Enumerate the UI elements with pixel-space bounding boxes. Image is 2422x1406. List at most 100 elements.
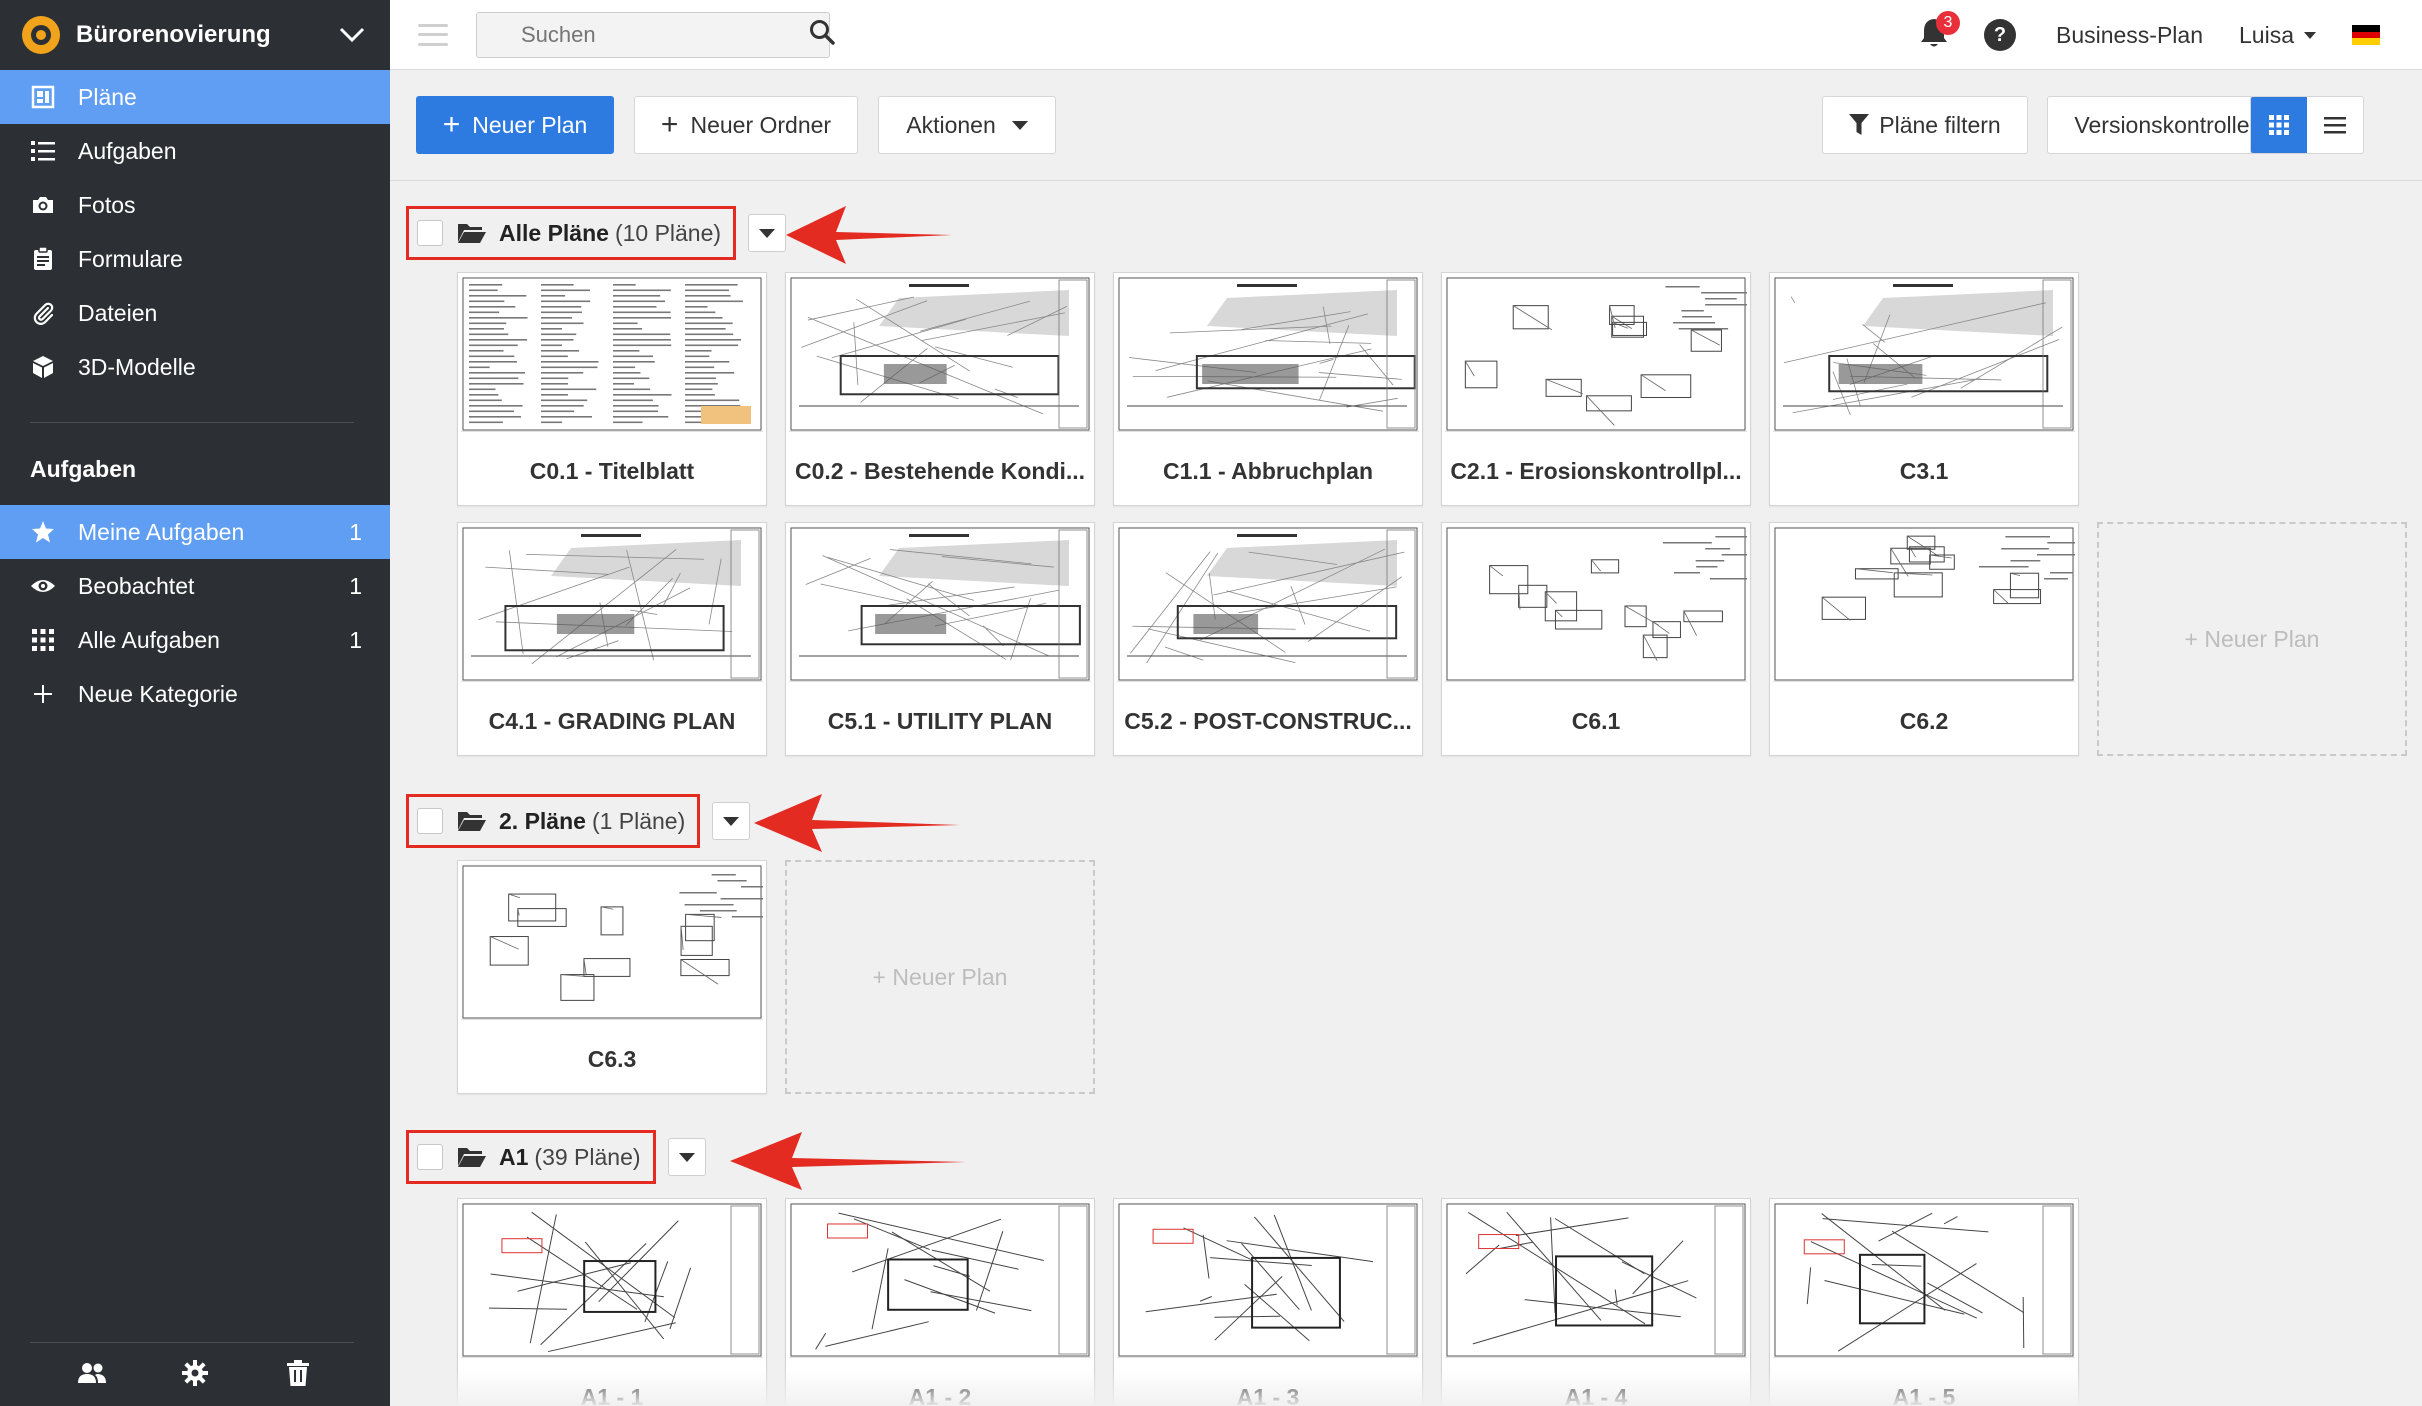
business-plan-link[interactable]: Business-Plan [2056,22,2203,49]
task-label: Alle Aufgaben [78,626,220,653]
caret-down-icon [1011,120,1028,130]
nav-label: Formulare [78,245,183,272]
task-item-meine-aufgaben[interactable]: Meine Aufgaben 1 [0,505,390,559]
new-plan-placeholder[interactable]: + Neuer Plan [785,860,1095,1094]
plan-card[interactable]: C6.1 [1441,522,1751,756]
plan-card[interactable]: C0.1 - Titelblatt [457,272,767,506]
version-control-button[interactable]: Versionskontrolle [2047,96,2277,154]
folder-checkbox[interactable] [417,220,443,246]
plan-title: C0.2 - Bestehende Kondi... [794,457,1086,484]
task-item-alle-aufgaben[interactable]: Alle Aufgaben 1 [0,613,390,667]
plan-card[interactable]: A1 - 2 [785,1198,1095,1406]
plus-icon: + [660,108,679,141]
search-input[interactable] [521,21,809,48]
plan-thumbnail [1445,276,1747,432]
folder-open-icon [457,810,487,832]
plan-card[interactable]: C6.2 [1769,522,2079,756]
notifications-button[interactable]: 3 [1914,11,1960,55]
new-plan-button[interactable]: + Neuer Plan [416,96,614,154]
plan-card[interactable]: A1 - 3 [1113,1198,1423,1406]
help-button[interactable]: ? [1983,19,2016,51]
plan-title: C6.1 [1571,707,1621,734]
menu-icon[interactable] [418,23,448,46]
chevron-down-icon[interactable] [336,19,368,51]
search-box[interactable] [476,11,835,58]
actions-dropdown[interactable]: Aktionen [878,96,1056,154]
folder-menu-button[interactable] [667,1138,706,1176]
folder-title-box[interactable]: A1 (39 Pläne) [406,1130,656,1184]
top-bar: 3 ? Business-Plan Luisa [390,0,2422,70]
gear-icon[interactable] [177,1355,213,1391]
new-folder-label: Neuer Ordner [690,111,832,138]
paperclip-icon [30,300,56,326]
nav-item-dateien[interactable]: Dateien [0,286,390,340]
annotation-arrow [730,1132,966,1190]
de-flag-icon[interactable] [2352,25,2380,46]
annotation-arrow [786,206,952,264]
nav-item-fotos[interactable]: Fotos [0,178,390,232]
plan-card[interactable]: C5.1 - UTILITY PLAN [785,522,1095,756]
eye-icon [30,573,56,599]
sidebar-divider [30,422,354,423]
filter-label: Pläne filtern [1879,111,2001,138]
nav-item-plaene[interactable]: Pläne [0,70,390,124]
plan-thumbnail [461,864,763,1020]
new-plan-placeholder[interactable]: + Neuer Plan [2097,522,2407,756]
sidebar: Bürorenovierung Pläne Aufgaben Fotos For… [0,0,390,1406]
plan-thumbnail [1773,276,2075,432]
plans-icon [30,84,56,110]
plan-title: A1 - 1 [580,1383,644,1406]
nav-item-3d-modelle[interactable]: 3D-Modelle [0,340,390,394]
task-item-beobachtet[interactable]: Beobachtet 1 [0,559,390,613]
list-view-icon[interactable] [2307,97,2363,153]
task-count: 1 [349,626,362,653]
task-label: Meine Aufgaben [78,518,245,545]
caret-down-icon [678,1152,695,1162]
plan-title: C1.1 - Abbruchplan [1163,457,1373,484]
project-switcher[interactable]: Bürorenovierung [0,0,390,70]
plan-card[interactable]: A1 - 4 [1441,1198,1751,1406]
plan-card[interactable]: C2.1 - Erosionskontrollpl... [1441,272,1751,506]
new-folder-button[interactable]: + Neuer Ordner [634,96,858,154]
plan-card[interactable]: C4.1 - GRADING PLAN [457,522,767,756]
plan-title: A1 - 2 [908,1383,972,1406]
folder-menu-button[interactable] [712,802,751,840]
caret-down-icon [2304,31,2316,39]
camera-icon [30,192,56,218]
folder-title-box[interactable]: Alle Pläne (10 Pläne) [406,206,737,260]
plan-card[interactable]: A1 - 5 [1769,1198,2079,1406]
plan-card[interactable]: C5.2 - POST-CONSTRUC... [1113,522,1423,756]
folder-menu-button[interactable] [748,214,787,252]
search-icon[interactable] [809,19,835,50]
plan-title: C6.3 [587,1045,637,1072]
plan-card[interactable]: C3.1 [1769,272,2079,506]
nav-item-aufgaben[interactable]: Aufgaben [0,124,390,178]
plan-card[interactable]: C1.1 - Abbruchplan [1113,272,1423,506]
user-menu[interactable]: Luisa [2239,22,2316,49]
user-name: Luisa [2239,21,2294,48]
task-item-neue-kategorie[interactable]: Neue Kategorie [0,667,390,721]
list-icon [30,138,56,164]
trash-icon[interactable] [280,1355,316,1391]
plan-thumbnail [1117,276,1419,432]
actions-label: Aktionen [906,111,996,138]
filter-icon [1849,114,1870,136]
team-icon[interactable] [74,1355,110,1391]
filter-plans-button[interactable]: Pläne filtern [1822,96,2028,154]
plus-icon [30,681,56,707]
plan-title: C2.1 - Erosionskontrollpl... [1450,457,1742,484]
clipboard-icon [30,246,56,272]
plan-card[interactable]: A1 - 1 [457,1198,767,1406]
grid-view-icon[interactable] [2251,97,2307,153]
sidebar-footer [0,1340,390,1406]
plan-title: C6.2 [1899,707,1949,734]
plan-thumbnail [1773,526,2075,682]
folder-checkbox[interactable] [417,1144,443,1170]
version-control-label: Versionskontrolle [2074,111,2250,138]
nav-item-formulare[interactable]: Formulare [0,232,390,286]
plan-card[interactable]: C0.2 - Bestehende Kondi... [785,272,1095,506]
folder-open-icon [457,222,487,244]
folder-checkbox[interactable] [417,808,443,834]
folder-title-box[interactable]: 2. Pläne (1 Pläne) [406,794,701,848]
plan-card[interactable]: C6.3 [457,860,767,1094]
